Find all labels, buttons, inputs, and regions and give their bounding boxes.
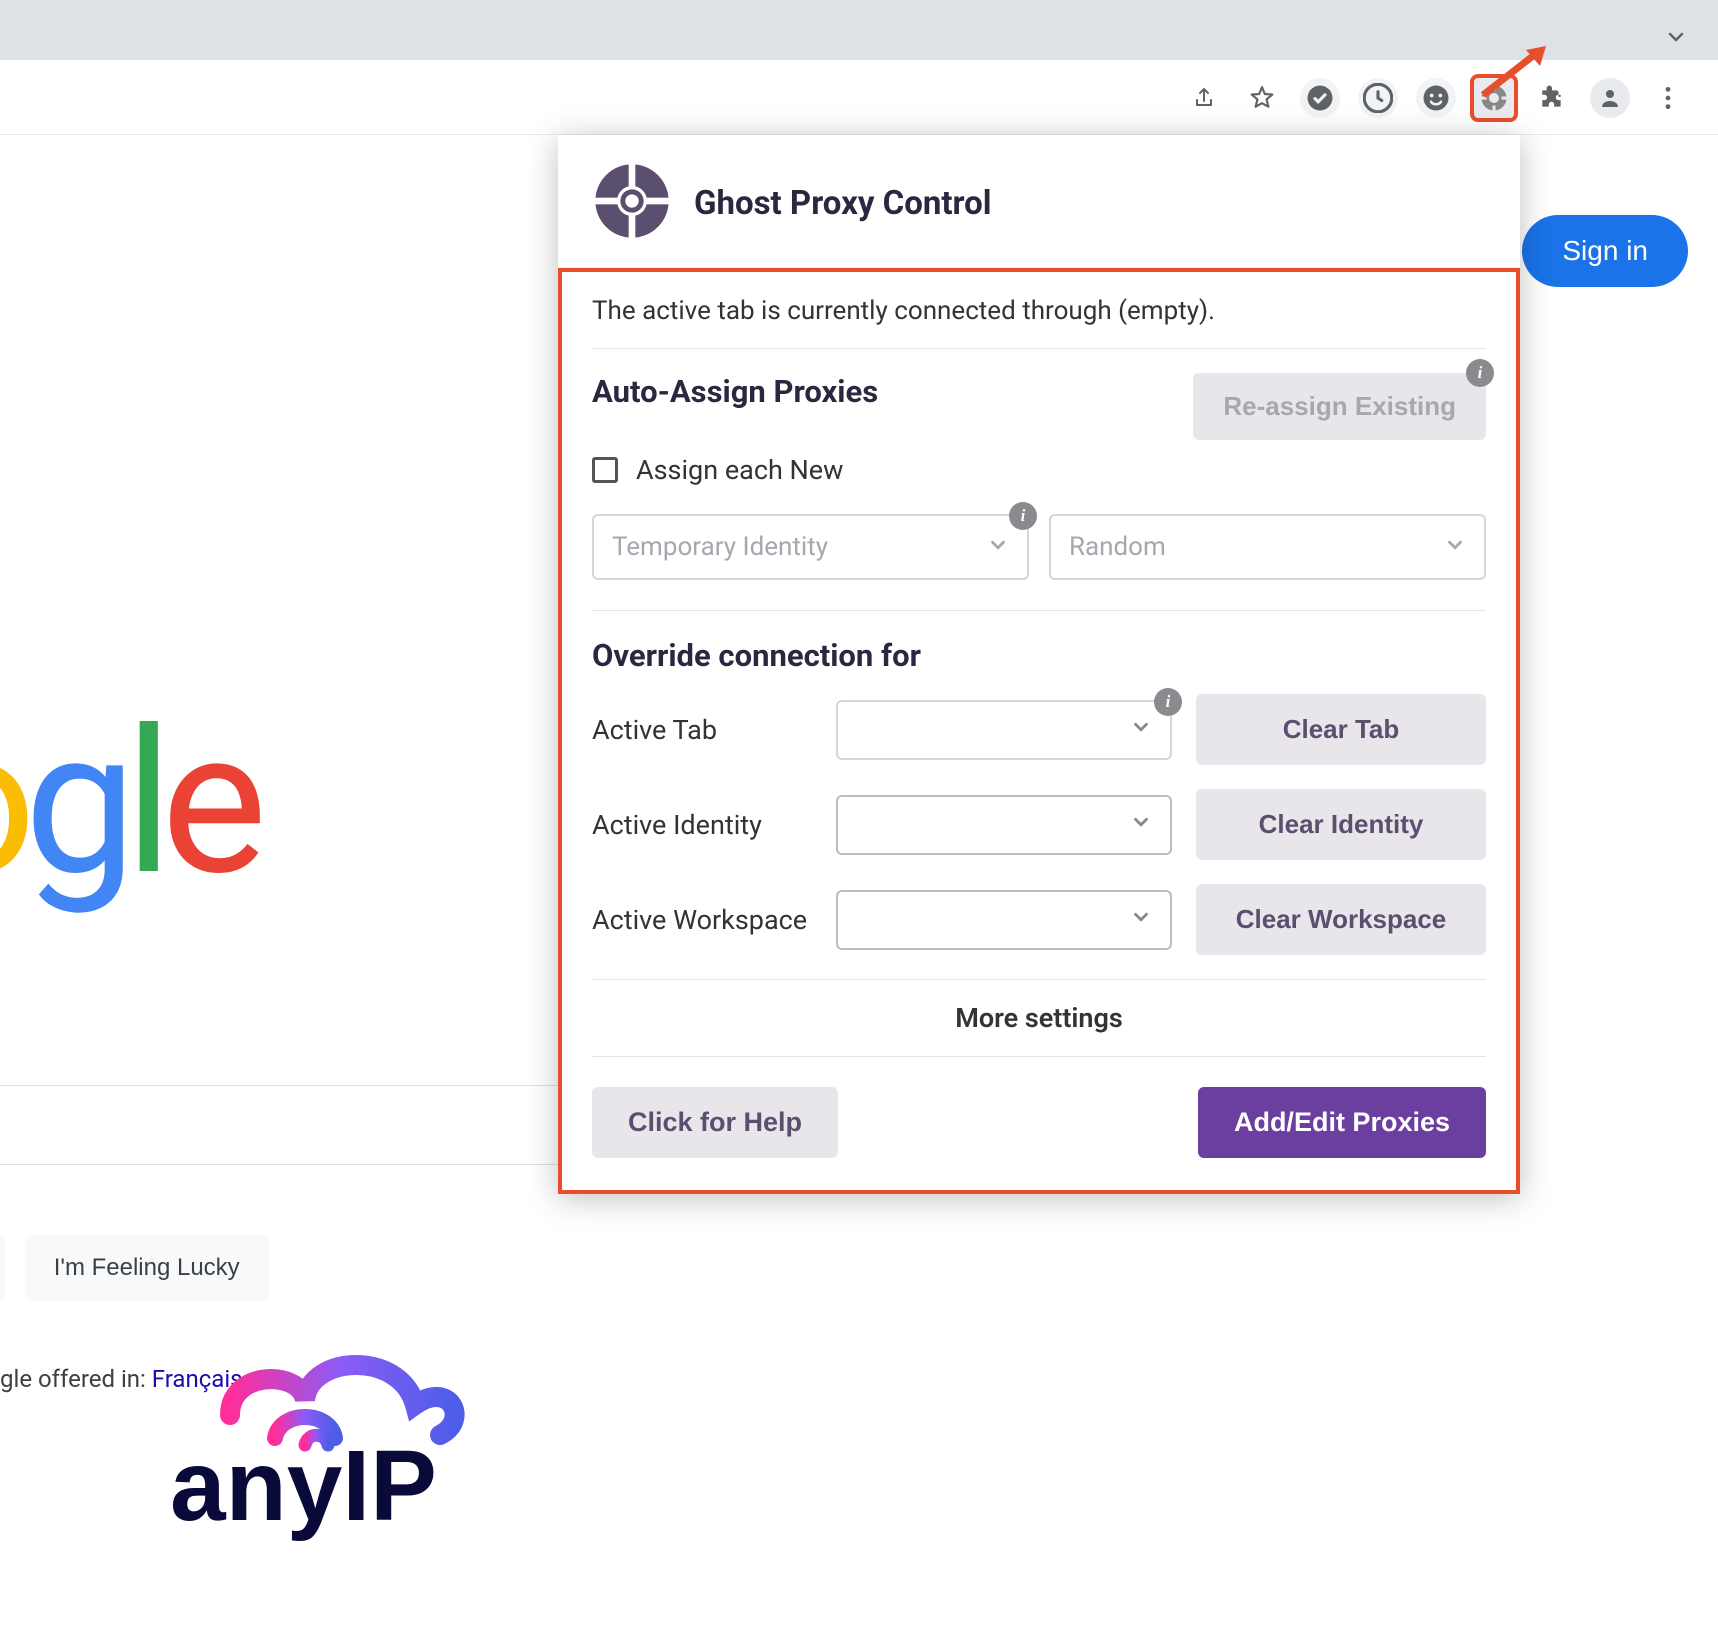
- more-settings-link[interactable]: More settings: [592, 979, 1486, 1057]
- google-logo: oogle: [0, 685, 255, 920]
- popup-body: The active tab is currently connected th…: [558, 268, 1520, 1194]
- chevron-down-icon[interactable]: [1664, 25, 1688, 55]
- popup-title: Ghost Proxy Control: [694, 184, 992, 223]
- clear-identity-button[interactable]: Clear Identity: [1196, 789, 1486, 860]
- reassign-label: Re-assign Existing: [1223, 391, 1456, 421]
- auto-assign-header: Auto-Assign Proxies Re-assign Existing i: [592, 373, 1486, 440]
- profile-icon[interactable]: [1590, 78, 1630, 118]
- more-dots-icon[interactable]: [1648, 78, 1688, 118]
- active-tab-label: Active Tab: [592, 714, 812, 746]
- override-active-tab-row: Active Tab i Clear Tab: [592, 694, 1486, 765]
- active-workspace-label: Active Workspace: [592, 904, 812, 936]
- clear-workspace-button[interactable]: Clear Workspace: [1196, 884, 1486, 955]
- override-section: Override connection for Active Tab i Cle…: [592, 611, 1486, 955]
- toolbar-icons: [1184, 78, 1688, 118]
- checkbox-icon: [592, 457, 618, 483]
- ghost-proxy-logo-icon: [592, 161, 672, 245]
- override-active-identity-row: Active Identity Clear Identity: [592, 789, 1486, 860]
- chevron-down-icon: [1130, 906, 1152, 933]
- ghost-proxy-popup: Ghost Proxy Control The active tab is cu…: [558, 135, 1520, 1194]
- info-icon[interactable]: i: [1154, 688, 1182, 716]
- add-edit-proxies-button[interactable]: Add/Edit Proxies: [1198, 1087, 1486, 1158]
- feeling-lucky-button[interactable]: I'm Feeling Lucky: [25, 1235, 269, 1301]
- checkbox-label: Assign each New: [636, 454, 843, 486]
- assign-each-new-checkbox[interactable]: Assign each New: [592, 454, 1486, 486]
- random-label: Random: [1069, 532, 1166, 562]
- info-icon[interactable]: i: [1009, 502, 1037, 530]
- chevron-down-icon: [1130, 716, 1152, 743]
- google-buttons: arch I'm Feeling Lucky: [0, 1235, 269, 1301]
- auto-assign-section: Auto-Assign Proxies Re-assign Existing i…: [592, 349, 1486, 611]
- auto-assign-dropdowns: Temporary Identity i Random: [592, 514, 1486, 611]
- anyip-logo: anyIP: [120, 1340, 500, 1554]
- auto-assign-title: Auto-Assign Proxies: [592, 373, 878, 410]
- active-tab-select[interactable]: i: [836, 700, 1172, 760]
- connection-status: The active tab is currently connected th…: [592, 296, 1486, 349]
- sign-in-button[interactable]: Sign in: [1522, 215, 1688, 287]
- chevron-down-icon: [987, 534, 1009, 561]
- override-title: Override connection for: [592, 637, 1486, 674]
- override-active-workspace-row: Active Workspace Clear Workspace: [592, 884, 1486, 955]
- search-input[interactable]: [0, 1085, 620, 1165]
- temporary-identity-select[interactable]: Temporary Identity i: [592, 514, 1029, 580]
- face-icon[interactable]: [1416, 78, 1456, 118]
- reassign-existing-button[interactable]: Re-assign Existing i: [1193, 373, 1486, 440]
- share-icon[interactable]: [1184, 78, 1224, 118]
- active-workspace-select[interactable]: [836, 890, 1172, 950]
- star-icon[interactable]: [1242, 78, 1282, 118]
- chevron-down-icon: [1130, 811, 1152, 838]
- tab-strip: [0, 0, 1718, 60]
- info-icon[interactable]: i: [1466, 359, 1494, 387]
- refresh-icon[interactable]: [1358, 78, 1398, 118]
- google-search-button[interactable]: arch: [0, 1235, 5, 1301]
- chevron-down-icon: [1444, 534, 1466, 561]
- active-identity-label: Active Identity: [592, 809, 812, 841]
- clear-tab-button[interactable]: Clear Tab: [1196, 694, 1486, 765]
- random-select[interactable]: Random: [1049, 514, 1486, 580]
- annotation-arrow: [1478, 40, 1558, 104]
- active-identity-select[interactable]: [836, 795, 1172, 855]
- svg-text:anyIP: anyIP: [170, 1430, 437, 1542]
- popup-header: Ghost Proxy Control: [558, 135, 1520, 268]
- temp-identity-label: Temporary Identity: [612, 532, 828, 562]
- click-for-help-button[interactable]: Click for Help: [592, 1087, 838, 1158]
- check-circle-icon[interactable]: [1300, 78, 1340, 118]
- popup-footer: Click for Help Add/Edit Proxies: [592, 1087, 1486, 1158]
- address-bar-row: [0, 60, 1718, 135]
